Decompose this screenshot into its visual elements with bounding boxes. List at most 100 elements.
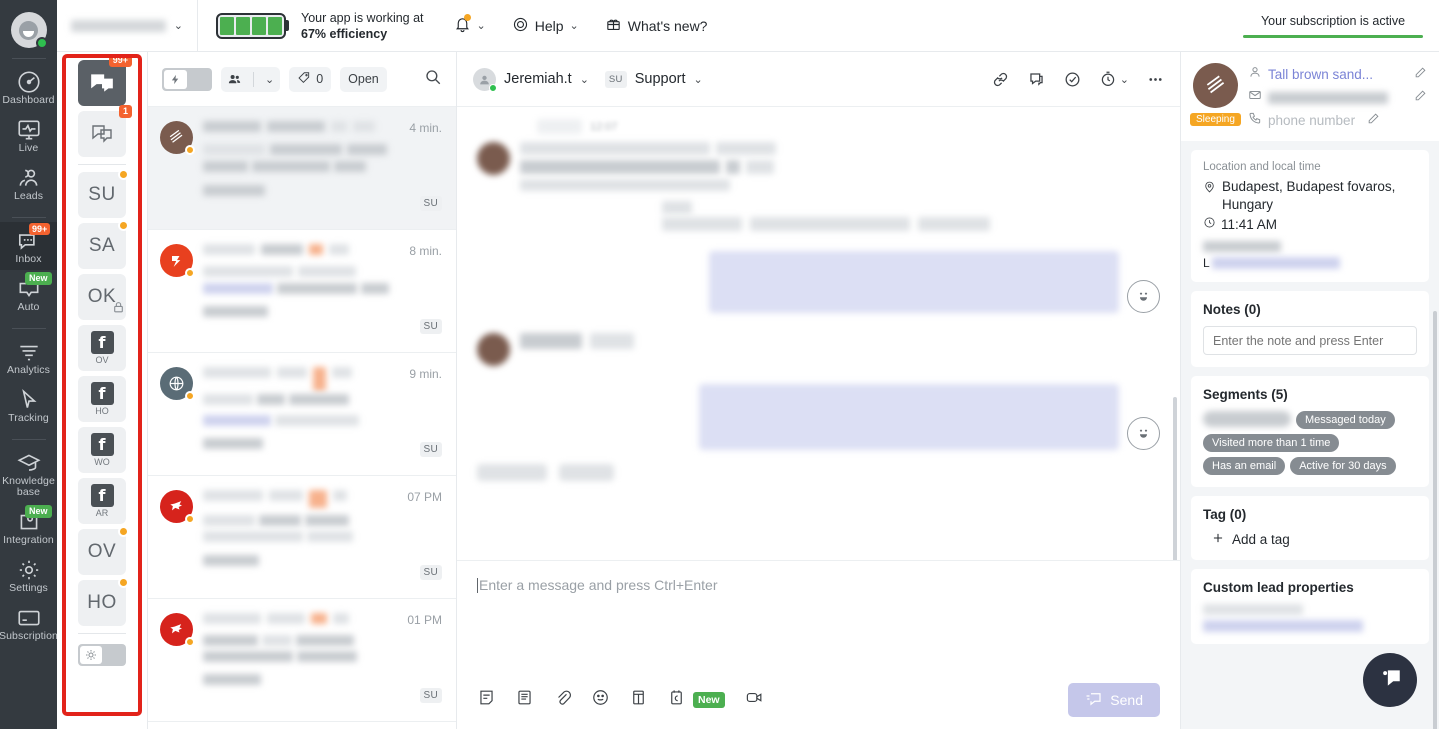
status-filter[interactable]: Open (340, 66, 387, 92)
conversation-time: 4 min. (409, 121, 442, 135)
assigned-agent-tag: SU (419, 319, 442, 334)
channel-su[interactable]: SU (78, 169, 129, 218)
message-bubble (520, 142, 776, 191)
tags-heading: Tag (0) (1203, 507, 1247, 522)
channel-ok[interactable]: OK (78, 274, 126, 320)
sidebar-item-knowledge-base[interactable]: Knowledge base (0, 444, 57, 503)
timer-icon[interactable]: ⌄ (1099, 70, 1129, 88)
video-call-icon[interactable] (744, 688, 765, 712)
conversation-list-item[interactable]: 8 min. SU (148, 230, 456, 353)
conversation-preview: 8 min. (203, 244, 442, 342)
message-row-outgoing (477, 251, 1160, 313)
channel-ho[interactable]: HO (78, 577, 129, 626)
check-circle-icon[interactable] (1063, 70, 1082, 89)
message-input[interactable]: Enter a message and press Ctrl+Enter (477, 577, 1160, 593)
contact-phone-placeholder[interactable]: phone number (1268, 113, 1355, 128)
sidebar-item-label: Settings (9, 582, 48, 594)
sidebar-item-auto[interactable]: New Auto (0, 270, 57, 318)
attachment-icon[interactable] (553, 688, 572, 712)
contact-name[interactable]: Tall brown sand... (1268, 67, 1373, 82)
user-avatar[interactable] (10, 12, 48, 49)
search-icon[interactable] (424, 68, 442, 91)
channel-facebook-ho[interactable]: f HO (78, 376, 126, 422)
subscription-label: Your subscription is active (1260, 13, 1406, 28)
edit-icon[interactable] (1414, 89, 1427, 107)
tag-filter[interactable]: 0 (289, 66, 332, 92)
sidebar-item-tracking[interactable]: Tracking (0, 381, 57, 429)
sidebar-item-settings[interactable]: Settings (0, 551, 57, 599)
edit-icon[interactable] (1414, 66, 1427, 84)
conversation-list-item[interactable]: 9 min. SU (148, 353, 456, 476)
team-label[interactable]: Support (635, 71, 686, 87)
add-tag-button[interactable]: Add a tag (1203, 531, 1417, 548)
avatar (477, 333, 510, 366)
chat-panel: Jeremiah.t ⌄ SU Support ⌄ ⌄ 12:07 Enter … (457, 0, 1180, 729)
message-list[interactable]: 12:07 (457, 107, 1180, 560)
conversation-time: 01 PM (407, 613, 442, 627)
channel-all-chats[interactable]: 99+ (78, 54, 132, 106)
sidebar-item-integration[interactable]: New Integration (0, 503, 57, 551)
subscription-status[interactable]: Your subscription is active (1243, 14, 1423, 38)
calendar-new-badge: New (693, 692, 725, 708)
message-row-incoming (662, 201, 1160, 231)
right-panel-scrollbar[interactable] (1433, 311, 1437, 729)
canned-response-icon[interactable] (515, 688, 534, 712)
sandwich-icon (169, 129, 183, 143)
comment-icon[interactable] (1027, 70, 1046, 89)
message-input-placeholder: Enter a message and press Ctrl+Enter (479, 577, 718, 593)
chat-widget-button[interactable] (1363, 653, 1417, 707)
app-root: Dashboard Live Leads 99+ Inbox New Auto … (0, 0, 1439, 729)
chevron-down-icon[interactable]: ⌄ (694, 73, 703, 86)
channel-facebook-wo[interactable]: f WO (78, 427, 126, 473)
article-icon[interactable] (629, 688, 648, 712)
whats-new-button[interactable]: What's new? (605, 16, 707, 36)
status-badge: Sleeping (1190, 113, 1241, 126)
sidebar-item-subscription[interactable]: Subscription (0, 599, 57, 647)
sidebar-item-leads[interactable]: Leads (0, 159, 57, 207)
conversation-list-item[interactable]: 07 PM SU (148, 476, 456, 599)
location-value-row: Budapest, Budapest fovaros, Hungary (1203, 178, 1417, 214)
channel-facebook-ar[interactable]: f AR (78, 478, 126, 524)
person-icon (1248, 65, 1262, 84)
conversation-list-item[interactable]: 01 PM SU (148, 599, 456, 722)
notification-dot (463, 13, 471, 21)
emoji-icon[interactable] (591, 688, 610, 712)
conversation-time: 8 min. (409, 244, 442, 258)
chat-bubble-icon (1376, 665, 1404, 696)
channel-sa[interactable]: SA (78, 220, 129, 269)
assignee-filter[interactable]: ⌄ (221, 66, 281, 92)
send-button[interactable]: Send (1068, 683, 1160, 717)
note-icon[interactable] (477, 688, 496, 712)
sidebar-item-live[interactable]: Live (0, 111, 57, 159)
lightning-toggle[interactable] (162, 67, 212, 91)
more-horizontal-icon[interactable] (1146, 70, 1165, 89)
sidebar-item-label: Leads (13, 190, 44, 202)
notifications-button[interactable]: ⌄ (454, 13, 486, 36)
chevron-down-icon[interactable]: ⌄ (580, 73, 589, 86)
conversation-list-item[interactable]: 4 min. SU (148, 107, 456, 230)
gear-icon (16, 557, 42, 581)
segment-chip: Messaged today (1296, 411, 1395, 429)
primary-sidebar: Dashboard Live Leads 99+ Inbox New Auto … (0, 0, 57, 729)
chat-contact-name[interactable]: Jeremiah.t (504, 71, 572, 87)
edit-icon[interactable] (1367, 112, 1380, 130)
theme-toggle[interactable] (78, 644, 126, 666)
link-icon[interactable] (991, 70, 1010, 89)
help-button[interactable]: Help ⌄ (512, 16, 579, 36)
brand-icon (171, 255, 180, 267)
gauge-icon (16, 69, 42, 93)
segment-chip: Visited more than 1 time (1203, 434, 1340, 452)
note-input[interactable] (1203, 326, 1417, 355)
sidebar-item-dashboard[interactable]: Dashboard (0, 63, 57, 111)
battery-cell (252, 16, 266, 35)
chat-scrollbar[interactable] (1173, 397, 1177, 560)
channel-ov[interactable]: OV (78, 526, 129, 575)
workspace-selector[interactable]: ⌄ (57, 19, 197, 32)
composer-toolbar: New Send (477, 683, 1160, 717)
calendar-icon[interactable] (667, 688, 686, 712)
sidebar-item-analytics[interactable]: Analytics (0, 333, 57, 381)
sidebar-item-inbox[interactable]: 99+ Inbox (0, 222, 57, 270)
channel-unassigned[interactable]: 1 (78, 105, 132, 157)
channel-facebook-ov[interactable]: f OV (78, 325, 126, 371)
avatar (160, 244, 195, 278)
